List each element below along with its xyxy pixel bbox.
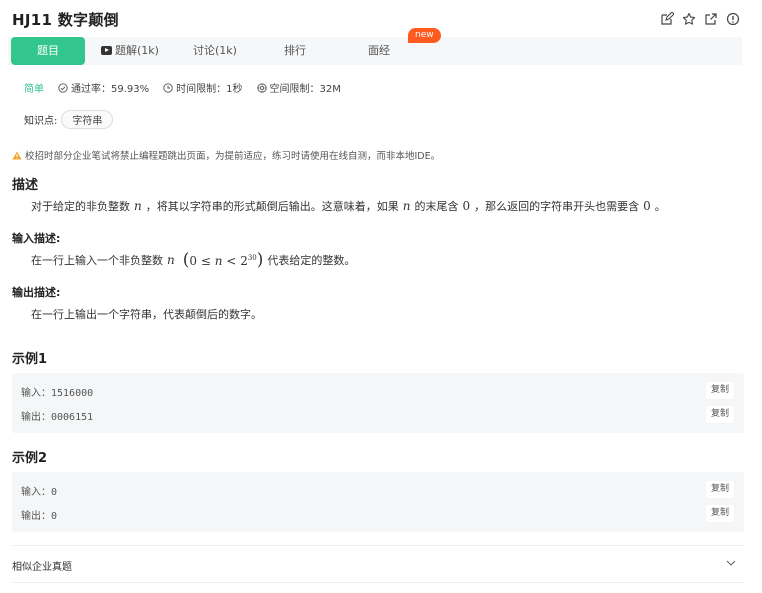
example-2-input: 输入：0 [21,483,57,498]
paren-close: ) [256,250,264,270]
tab-solutions-label: 题解(1k) [115,44,159,57]
pass-rate: 通过率：59.93% [58,80,149,95]
range-base: 2 [240,254,248,268]
header-actions [660,12,740,26]
input-desc-part-1: 在一行上输入一个非负整数 [31,254,163,267]
input-desc-heading: 输入描述: [12,232,61,245]
output-label: 输出： [21,412,51,423]
range-zero: 0 [189,254,198,268]
tab-ranking[interactable]: 排行 [260,37,330,65]
math-n: n [134,199,142,213]
range-n: n [214,254,223,268]
edit-icon[interactable] [660,12,674,26]
example-1-input: 输入：1516000 [21,384,93,399]
warning-notice: 校招时部分企业笔试将禁止编程题跳出页面，为提前适应，练习时请使用在线自测，而非本… [12,148,440,162]
math-zero: 0 [462,199,471,213]
clock-icon [163,82,173,93]
tab-solutions[interactable]: 题解(1k) [90,37,170,65]
output-desc-text: 在一行上输出一个字符串，代表颠倒后的数字。 [31,308,262,321]
output-label: 输出： [21,511,51,522]
math-zero-2: 0 [643,199,651,213]
star-icon[interactable] [682,12,696,26]
tab-problem[interactable]: 题目 [11,37,85,65]
example-1-box: 输入：1516000 复制 输出：0006151 复制 [12,373,744,433]
output-value: 0 [51,511,58,522]
tab-interviews[interactable]: 面经 [344,37,414,65]
space-limit: 空间限制：32M [256,80,341,95]
new-badge: new [408,28,441,43]
similar-questions-section[interactable]: 相似企业真题 [12,545,744,583]
tab-bar: 题目 题解(1k) 讨论(1k) 排行 面经 new [8,28,742,65]
description-part-4: ，那么返回的字符串开头也需要含 [474,200,640,213]
pass-rate-text: 通过率：59.93% [71,84,150,95]
time-limit-text: 时间限制：1秒 [176,84,243,95]
input-label: 输入： [21,388,51,399]
input-label: 输入： [21,487,51,498]
range-lt: < [226,254,237,268]
time-limit: 时间限制：1秒 [163,80,243,95]
check-circle-icon [58,82,68,93]
info-icon[interactable] [726,12,740,26]
description-part-2: ，将其以字符串的形式颠倒后输出。这意味着，如果 [145,200,399,213]
warning-icon [12,151,22,159]
similar-questions-label: 相似企业真题 [12,562,72,573]
copy-input-button[interactable]: 复制 [706,481,734,498]
description-part-5: 。 [654,200,666,213]
input-desc-text: 在一行上输入一个非负整数 n (0 ≤ n < 230) 代表给定的整数。 [31,250,355,270]
description-text: 对于给定的非负整数 n ，将其以字符串的形式颠倒后输出。这意味着，如果 n 的末… [31,198,666,214]
video-icon [101,46,113,55]
example-2-heading: 示例2 [12,451,48,466]
copy-output-button[interactable]: 复制 [706,406,734,423]
output-desc-heading: 输出描述: [12,286,61,299]
warning-text: 校招时部分企业笔试将禁止编程题跳出页面，为提前适应，练习时请使用在线自测，而非本… [25,151,441,162]
chevron-down-icon[interactable] [726,560,736,566]
example-2-output: 输出：0 [21,507,57,522]
input-value: 1516000 [51,388,94,399]
problem-header: HJ11 数字颠倒 [0,0,762,37]
range-le: ≤ [200,254,211,268]
problem-title: HJ11 数字颠倒 [12,11,119,29]
share-icon[interactable] [704,12,718,26]
space-limit-text: 空间限制：32M [269,84,341,95]
description-heading: 描述 [12,178,39,193]
math-n-input: n [167,253,175,267]
input-value: 0 [51,487,58,498]
math-range: (0 ≤ n < 230) [183,250,264,270]
math-n-2: n [402,199,411,213]
example-2-box: 输入：0 复制 输出：0 复制 [12,472,744,532]
knowledge-tag[interactable]: 字符串 [61,110,114,129]
input-desc-part-2: 代表给定的整数。 [267,254,356,267]
memory-icon [256,82,267,93]
output-value: 0006151 [51,412,94,423]
difficulty-label: 简单 [24,84,44,95]
tab-discussion[interactable]: 讨论(1k) [180,37,250,65]
example-1-output: 输出：0006151 [21,408,93,423]
knowledge-points: 知识点: 字符串 [24,110,114,129]
knowledge-label: 知识点: [24,116,58,127]
description-part-1: 对于给定的非负整数 [31,200,130,213]
problem-meta: 简单 通过率：59.93% 时间限制：1秒 空间限制：32M [24,80,355,95]
example-1-heading: 示例1 [12,352,48,367]
copy-input-button[interactable]: 复制 [706,382,734,399]
description-part-3: 的末尾含 [414,200,459,213]
range-exp: 30 [247,254,257,262]
copy-output-button[interactable]: 复制 [706,505,734,522]
